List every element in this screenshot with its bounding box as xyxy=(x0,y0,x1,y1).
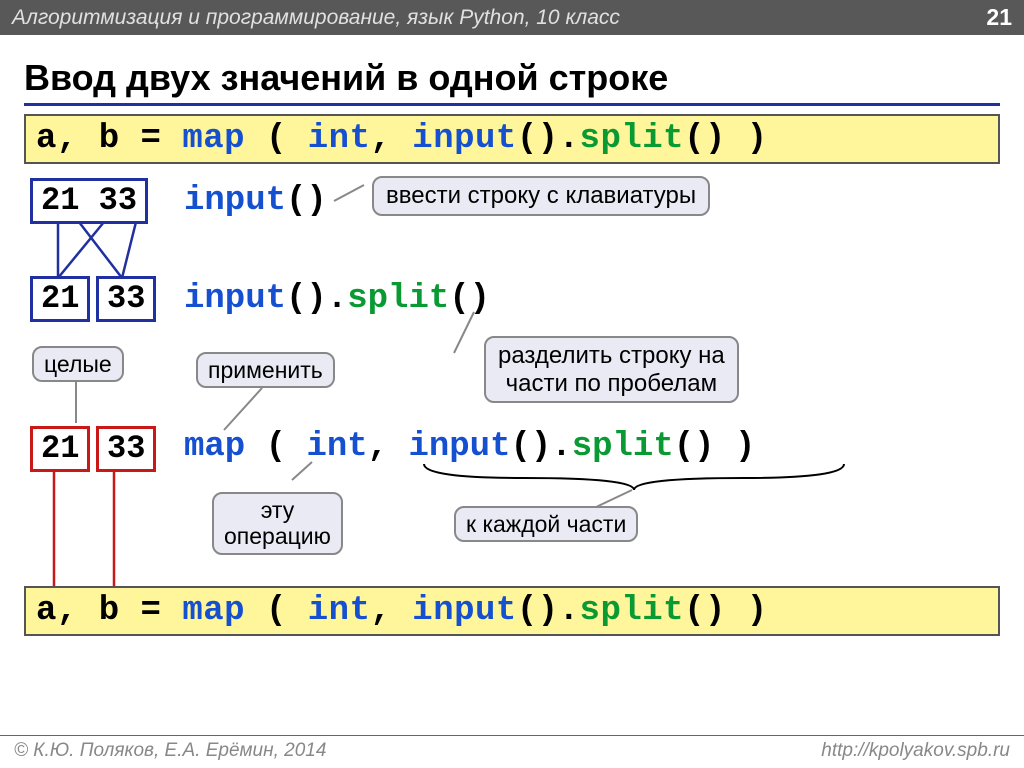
code-parens-b: (). xyxy=(517,592,580,630)
code-prefix-b: a, b = xyxy=(36,592,182,630)
bubble-this-op: эту операцию xyxy=(212,492,343,555)
code-map-b: map xyxy=(182,592,245,630)
code-map: map xyxy=(182,120,245,158)
fn-split: split xyxy=(347,280,449,318)
code-line-split: input().split() xyxy=(184,280,490,318)
code-split: split xyxy=(580,120,685,158)
code-open: ( xyxy=(245,120,308,158)
page-number: 21 xyxy=(986,4,1012,31)
code-box-bottom: a, b = map ( int, input().split() ) xyxy=(24,586,1000,636)
split-tail: () xyxy=(449,280,490,318)
header-bar: Алгоритмизация и программирование, язык … xyxy=(0,0,1024,35)
value-box-33-b: 33 xyxy=(96,426,156,472)
diagram-stage: 21 33 input() ввести строку с клавиатуры… xyxy=(24,178,1000,648)
kw-input2: input xyxy=(184,280,286,318)
map-tail: () ) xyxy=(674,428,756,466)
footer: © К.Ю. Поляков, Е.А. Ерёмин, 2014 http:/… xyxy=(0,735,1024,768)
kw-input: input xyxy=(184,182,286,220)
bubble-whole: целые xyxy=(32,346,124,382)
code-tail: () ) xyxy=(684,120,768,158)
slide-title: Ввод двух значений в одной строке xyxy=(24,57,1000,106)
breadcrumb: Алгоритмизация и программирование, язык … xyxy=(12,6,620,30)
code-input: input xyxy=(412,120,517,158)
code-input-b: input xyxy=(412,592,517,630)
code-tail-b: () ) xyxy=(684,592,768,630)
connector-lines xyxy=(24,178,1000,648)
bubble-keyboard: ввести строку с клавиатуры xyxy=(372,176,710,216)
bubble-split-desc: разделить строку на части по пробелам xyxy=(484,336,739,403)
kw-map: map xyxy=(184,428,245,466)
code-box-top: a, b = map ( int, input().split() ) xyxy=(24,114,1000,164)
split-mid: (). xyxy=(286,280,347,318)
input-tail: () xyxy=(286,182,327,220)
code-int: int xyxy=(308,120,371,158)
code-parens: (). xyxy=(517,120,580,158)
footer-url: http://kpolyakov.spb.ru xyxy=(821,740,1010,762)
code-int-b: int xyxy=(308,592,371,630)
code-line-input: input() xyxy=(184,182,327,220)
code-open-b: ( xyxy=(245,592,308,630)
code-prefix: a, b = xyxy=(36,120,182,158)
code-comma: , xyxy=(370,120,412,158)
value-box-2133: 21 33 xyxy=(30,178,148,224)
slide-content: Ввод двух значений в одной строке a, b =… xyxy=(0,35,1024,648)
map-comma: , xyxy=(368,428,409,466)
value-box-21-a: 21 xyxy=(30,276,90,322)
value-box-33-a: 33 xyxy=(96,276,156,322)
bubble-apply: применить xyxy=(196,352,335,388)
kw-input3: input xyxy=(408,428,510,466)
map-open: ( xyxy=(245,428,306,466)
footer-copyright: © К.Ю. Поляков, Е.А. Ерёмин, 2014 xyxy=(14,740,326,762)
code-line-map: map ( int, input().split() ) xyxy=(184,428,755,466)
bubble-each-part: к каждой части xyxy=(454,506,638,542)
map-mid: (). xyxy=(511,428,572,466)
fn-split2: split xyxy=(572,428,674,466)
value-box-21-b: 21 xyxy=(30,426,90,472)
kw-int: int xyxy=(306,428,367,466)
code-comma-b: , xyxy=(370,592,412,630)
code-split-b: split xyxy=(580,592,685,630)
